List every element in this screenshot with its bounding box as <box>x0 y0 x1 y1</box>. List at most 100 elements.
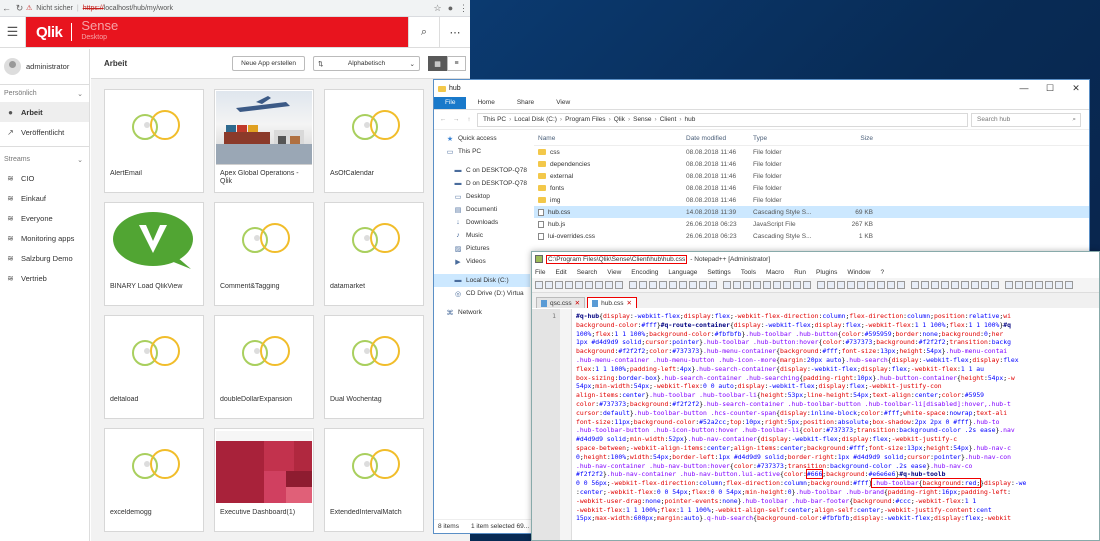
app-card[interactable]: BINARY Load QlikView <box>104 202 204 306</box>
star-icon[interactable]: ☆ <box>431 3 444 14</box>
nav-pane-item[interactable]: ▶ Videos <box>434 255 530 268</box>
menu-item[interactable]: Search <box>577 269 598 276</box>
nav-pane-item[interactable]: ♪ Music <box>434 229 530 242</box>
breadcrumb-item[interactable]: hub <box>685 116 696 123</box>
streams-section-header[interactable]: Streams ⌄ <box>0 151 89 168</box>
url-field[interactable]: ⚠ Nicht sicher | https://localhost/hub/m… <box>26 4 431 13</box>
menu-item[interactable]: Edit <box>555 269 566 276</box>
app-card[interactable]: Comment&Tagging <box>214 202 314 306</box>
toolbar-button-icon[interactable] <box>827 281 835 289</box>
toolbar-button-icon[interactable] <box>837 281 845 289</box>
toolbar-button-icon[interactable] <box>733 281 741 289</box>
menu-item[interactable]: Language <box>668 269 697 276</box>
sidebar-item-vertrieb[interactable]: ≋ Vertrieb <box>0 268 89 288</box>
back-icon[interactable]: ← <box>0 3 13 13</box>
breadcrumb-item[interactable]: Client <box>660 116 677 123</box>
ribbon-tab-view[interactable]: View <box>545 97 581 109</box>
toolbar-button-icon[interactable] <box>877 281 885 289</box>
personal-section-header[interactable]: Persönlich ⌄ <box>0 85 89 102</box>
menu-item[interactable]: Settings <box>707 269 731 276</box>
toolbar-button-icon[interactable] <box>545 281 553 289</box>
sidebar-item-veroeffentlicht[interactable]: ↗ Veröffentlicht <box>0 122 89 142</box>
toolbar-button-icon[interactable] <box>1045 281 1053 289</box>
toolbar-button-icon[interactable] <box>887 281 895 289</box>
toolbar-button-icon[interactable] <box>659 281 667 289</box>
menu-item[interactable]: Tools <box>741 269 756 276</box>
sort-dropdown[interactable]: ⇅ Alphabetisch ⌄ <box>313 56 420 71</box>
ribbon-tab-home[interactable]: Home <box>466 97 505 109</box>
ribbon-tab-share[interactable]: Share <box>506 97 545 109</box>
toolbar-button-icon[interactable] <box>1055 281 1063 289</box>
user-profile[interactable]: administrator <box>0 49 89 85</box>
list-view-icon[interactable]: ≡ <box>447 56 466 71</box>
file-row[interactable]: fonts 08.08.2018 11:46 File folder <box>534 182 1089 194</box>
nav-pane-item[interactable]: ◎ CD Drive (D:) Virtua <box>434 287 530 300</box>
app-card[interactable]: datamarket <box>324 202 424 306</box>
toolbar-button-icon[interactable] <box>723 281 731 289</box>
breadcrumb-item[interactable]: Local Disk (C:) <box>514 116 557 123</box>
file-row[interactable]: css 08.08.2018 11:46 File folder <box>534 146 1089 158</box>
nav-pane-item[interactable]: ▨ Pictures <box>434 242 530 255</box>
nav-pane-item[interactable]: ▭ Desktop <box>434 190 530 203</box>
toolbar-button-icon[interactable] <box>595 281 603 289</box>
app-card[interactable]: AlertEmail <box>104 89 204 193</box>
toolbar-button-icon[interactable] <box>1005 281 1013 289</box>
toolbar-button-icon[interactable] <box>555 281 563 289</box>
sidebar-item-everyone[interactable]: ≋ Everyone <box>0 208 89 228</box>
toolbar-button-icon[interactable] <box>605 281 613 289</box>
toolbar-button-icon[interactable] <box>897 281 905 289</box>
nav-pane-item[interactable]: ▬ D on DESKTOP-Q78 <box>434 177 530 190</box>
toolbar-button-icon[interactable] <box>565 281 573 289</box>
toolbar-button-icon[interactable] <box>743 281 751 289</box>
ribbon-tab-file[interactable]: File <box>434 97 467 109</box>
toolbar-button-icon[interactable] <box>535 281 543 289</box>
toolbar-button-icon[interactable] <box>639 281 647 289</box>
forward-arrow-icon[interactable]: → <box>451 116 461 123</box>
toolbar-button-icon[interactable] <box>763 281 771 289</box>
column-header[interactable]: Name <box>534 135 686 142</box>
menu-item[interactable]: Plugins <box>816 269 837 276</box>
toolbar-button-icon[interactable] <box>981 281 989 289</box>
nav-pane-item[interactable]: ↓ Downloads <box>434 216 530 229</box>
document-tab[interactable]: qsc.css ✕ <box>536 297 586 308</box>
file-row[interactable]: hub.css 14.08.2018 11:39 Cascading Style S… <box>534 206 1089 218</box>
menu-item[interactable]: File <box>535 269 545 276</box>
toolbar-button-icon[interactable] <box>961 281 969 289</box>
toolbar-button-icon[interactable] <box>575 281 583 289</box>
app-card[interactable]: Apex Global Operations - Qlik <box>214 89 314 193</box>
toolbar-button-icon[interactable] <box>1025 281 1033 289</box>
app-card[interactable]: Dual Wochentag <box>324 315 424 419</box>
toolbar-button-icon[interactable] <box>971 281 979 289</box>
close-tab-icon[interactable]: ✕ <box>575 299 580 307</box>
breadcrumb-item[interactable]: Program Files <box>565 116 605 123</box>
app-card[interactable]: Executive Dashboard(1) <box>214 428 314 532</box>
toolbar-button-icon[interactable] <box>1015 281 1023 289</box>
toolbar-button-icon[interactable] <box>649 281 657 289</box>
column-header[interactable]: Size <box>838 135 873 142</box>
toolbar-button-icon[interactable] <box>951 281 959 289</box>
menu-item[interactable]: ? <box>880 269 884 276</box>
file-row[interactable]: dependencies 08.08.2018 11:46 File folder <box>534 158 1089 170</box>
close-tab-icon[interactable]: ✕ <box>627 299 632 307</box>
toolbar-button-icon[interactable] <box>773 281 781 289</box>
close-icon[interactable]: ✕ <box>1063 83 1089 94</box>
nav-pane-item[interactable]: ▭ This PC <box>434 145 530 158</box>
nav-pane-item[interactable]: ⌘ Network <box>434 306 530 319</box>
back-arrow-icon[interactable]: ← <box>438 116 448 123</box>
minimize-icon[interactable]: — <box>1011 83 1037 94</box>
toolbar-button-icon[interactable] <box>803 281 811 289</box>
menu-item[interactable]: Macro <box>766 269 784 276</box>
toolbar-button-icon[interactable] <box>911 281 919 289</box>
toolbar-button-icon[interactable] <box>867 281 875 289</box>
menu-item[interactable]: Window <box>847 269 870 276</box>
breadcrumb[interactable]: This PC › Local Disk (C:) › Program Files › Ql… <box>477 112 968 127</box>
toolbar-button-icon[interactable] <box>699 281 707 289</box>
reload-icon[interactable]: ↻ <box>13 3 26 14</box>
app-card[interactable]: exceldemogg <box>104 428 204 532</box>
toolbar-button-icon[interactable] <box>847 281 855 289</box>
nav-pane-item[interactable]: ▬ Local Disk (C:) <box>434 274 530 287</box>
toolbar-button-icon[interactable] <box>783 281 791 289</box>
toolbar-button-icon[interactable] <box>1065 281 1073 289</box>
file-row[interactable]: lui-overrides.css 26.06.2018 06:23 Cascadi… <box>534 230 1089 242</box>
file-row[interactable]: hub.js 26.06.2018 06:23 JavaScript File 267… <box>534 218 1089 230</box>
